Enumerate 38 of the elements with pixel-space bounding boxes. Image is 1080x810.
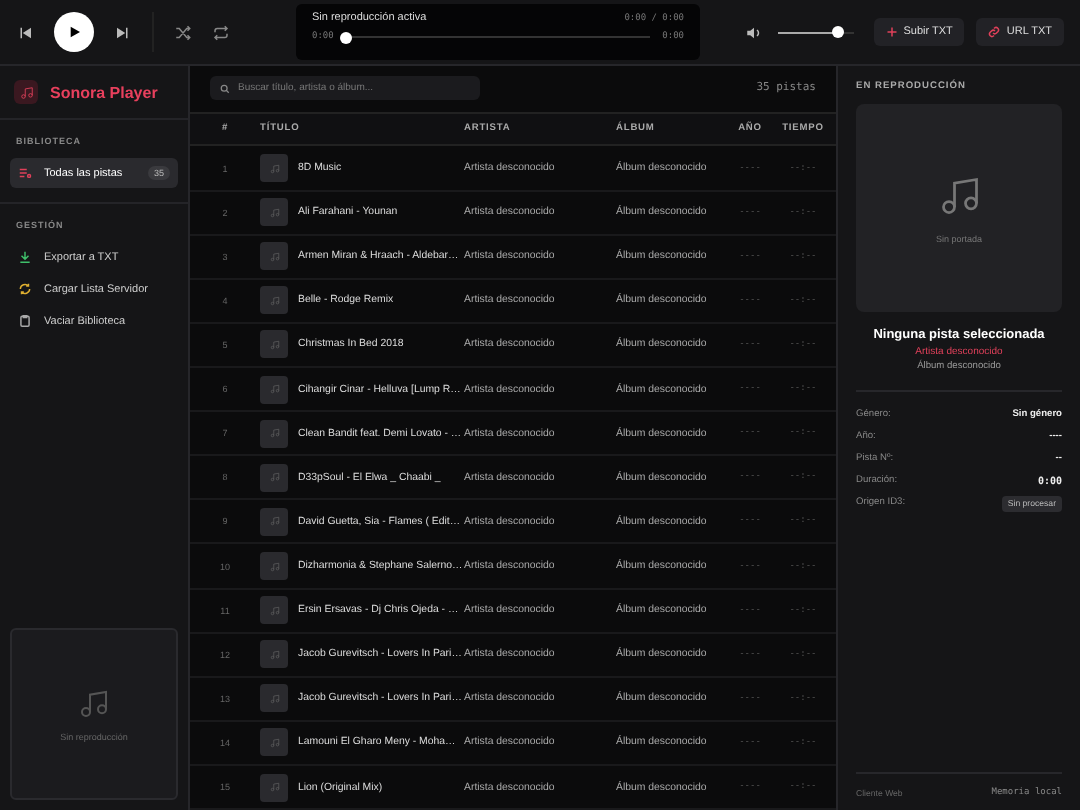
download-icon: [18, 250, 32, 264]
note-icon: [78, 687, 110, 719]
plus-icon: [885, 26, 898, 38]
note-icon: [269, 561, 279, 571]
note-icon: [937, 173, 981, 217]
note-icon: [269, 693, 279, 704]
clipboard-icon: [18, 314, 32, 328]
skip-forward-icon: [114, 23, 132, 41]
next-button[interactable]: [114, 23, 132, 41]
previous-button[interactable]: [16, 23, 34, 41]
note-icon: [269, 384, 279, 395]
volume-slider[interactable]: [832, 26, 845, 38]
play-icon: [66, 24, 82, 40]
note-icon: [269, 339, 279, 350]
note-icon: [269, 207, 279, 218]
note-icon: [269, 295, 279, 306]
shuffle-icon: [174, 23, 192, 41]
note-icon: [269, 428, 279, 439]
repeat-icon: [212, 23, 230, 41]
shuffle-button[interactable]: [174, 23, 192, 41]
play-button[interactable]: [54, 12, 94, 52]
repeat-button[interactable]: [212, 23, 230, 41]
note-icon: [19, 85, 33, 99]
playlist-icon: [18, 166, 32, 180]
note-icon: [269, 605, 279, 616]
note-icon: [269, 737, 279, 748]
skip-back-icon: [16, 23, 34, 41]
link-icon: [988, 26, 1001, 38]
note-icon: [269, 649, 279, 660]
note-icon: [269, 251, 279, 262]
note-icon: [269, 472, 279, 483]
progress-slider[interactable]: [339, 31, 352, 43]
app-name: Sonora Player: [50, 83, 158, 101]
sync-icon: [18, 282, 32, 296]
note-icon: [269, 516, 279, 527]
note-icon: [269, 163, 279, 174]
note-icon: [269, 782, 279, 793]
search-icon: [220, 83, 230, 94]
